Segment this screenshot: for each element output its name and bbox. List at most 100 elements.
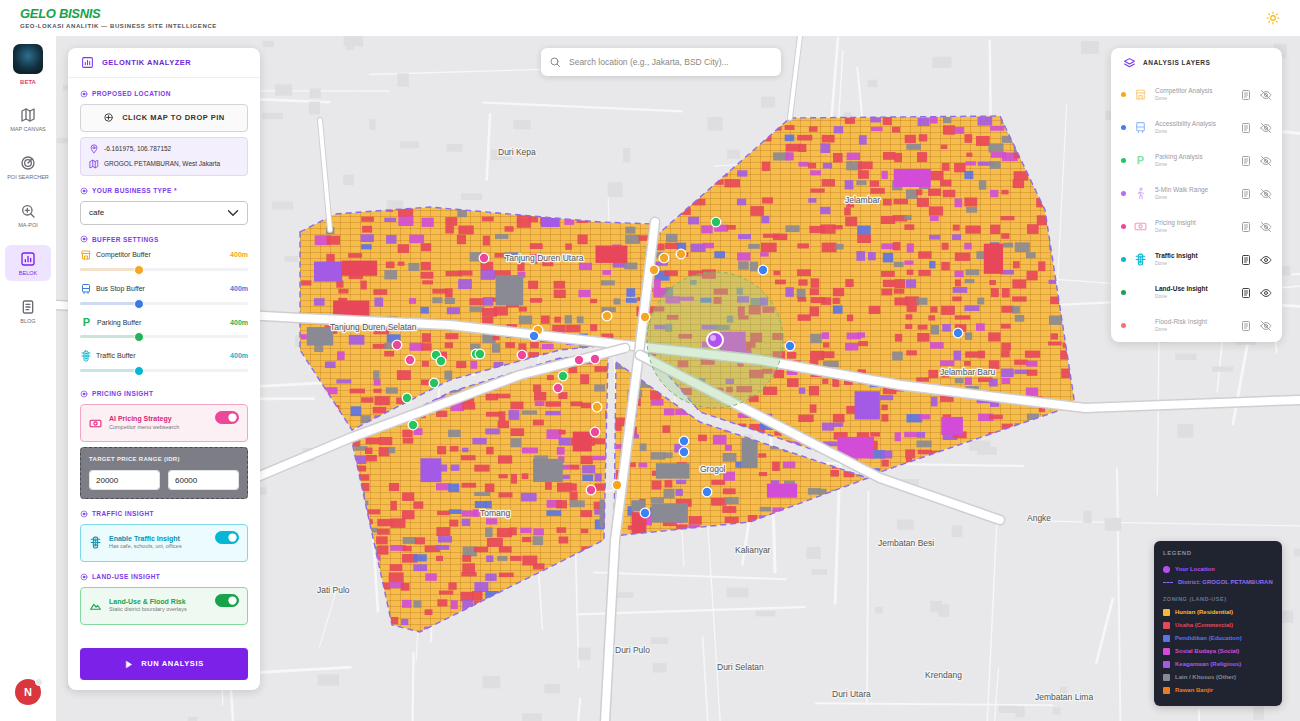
- theme-toggle[interactable]: [1266, 11, 1280, 25]
- buffer-slider[interactable]: [80, 268, 248, 271]
- search-icon: [549, 56, 561, 68]
- map-marker[interactable]: [586, 485, 596, 495]
- export-button[interactable]: [1240, 254, 1252, 266]
- visibility-toggle[interactable]: [1260, 287, 1272, 299]
- map-marker[interactable]: [558, 371, 568, 381]
- visibility-toggle[interactable]: [1260, 320, 1272, 332]
- district-boundary: [352, 356, 608, 632]
- search-input[interactable]: [567, 55, 773, 70]
- slider-thumb[interactable]: [134, 332, 144, 342]
- district-block[interactable]: [352, 356, 622, 643]
- app-logo[interactable]: [13, 44, 43, 74]
- legend-title: LEGEND: [1163, 549, 1273, 558]
- visibility-toggle[interactable]: [1260, 254, 1272, 266]
- slider-fill[interactable]: [80, 335, 139, 338]
- layer-color-dot: [1121, 125, 1126, 130]
- visibility-toggle[interactable]: [1260, 122, 1272, 134]
- buffer-slider[interactable]: [80, 335, 248, 338]
- toggle-title: Enable Traffic Insight: [109, 535, 208, 543]
- run-analysis-button[interactable]: RUN ANALYSIS: [80, 648, 248, 680]
- map-marker[interactable]: [553, 383, 563, 393]
- user-avatar[interactable]: N: [15, 679, 41, 705]
- map-marker[interactable]: [479, 253, 489, 263]
- map-marker[interactable]: [953, 328, 963, 338]
- layer-text: Parking AnalysisDone: [1155, 153, 1232, 169]
- map-marker[interactable]: [429, 378, 439, 388]
- location-pin[interactable]: [707, 332, 723, 348]
- map-marker[interactable]: [574, 355, 584, 365]
- toggle-switch[interactable]: [215, 531, 239, 544]
- map-marker[interactable]: [405, 355, 415, 365]
- export-button[interactable]: [1240, 122, 1252, 134]
- export-button[interactable]: [1240, 155, 1252, 167]
- section-heading: PROPOSED LOCATION: [80, 89, 248, 99]
- legend-label: District: GROGOL PETAMBURAN: [1178, 578, 1273, 587]
- map-marker[interactable]: [475, 349, 485, 359]
- slider-fill[interactable]: [80, 369, 139, 372]
- toggle-card: Enable Traffic InsightHas cafe, schools,…: [80, 524, 248, 562]
- rail-item[interactable]: BELOK: [5, 245, 51, 281]
- map-marker[interactable]: [590, 354, 600, 364]
- analyzer-panel: GELONTIK ANALYZER PROPOSED LOCATION CLICK …: [68, 48, 260, 690]
- map-marker[interactable]: [392, 340, 402, 350]
- map-marker[interactable]: [702, 487, 712, 497]
- layer-text: Pricing InsightDone: [1155, 219, 1232, 235]
- visibility-toggle[interactable]: [1260, 221, 1272, 233]
- map-marker[interactable]: [592, 402, 602, 412]
- price-max-input[interactable]: [168, 470, 239, 490]
- slider-thumb[interactable]: [134, 366, 144, 376]
- export-button[interactable]: [1240, 188, 1252, 200]
- map-marker[interactable]: [602, 311, 612, 321]
- buffer-label-row: Traffic Buffer400m: [80, 350, 248, 362]
- map-marker[interactable]: [517, 350, 527, 360]
- map-marker[interactable]: [640, 508, 650, 518]
- price-range-label: TARGET PRICE RANGE (IDR): [89, 455, 239, 464]
- rail-item[interactable]: BLOG: [5, 293, 51, 329]
- map-marker[interactable]: [785, 341, 795, 351]
- rail-item-label: MA-POI: [18, 222, 38, 228]
- visibility-toggle[interactable]: [1260, 155, 1272, 167]
- toggle-switch[interactable]: [215, 411, 239, 424]
- map-marker[interactable]: [679, 436, 689, 446]
- toggle-switch[interactable]: [215, 594, 239, 607]
- slider-fill[interactable]: [80, 302, 139, 305]
- drop-pin-button[interactable]: CLICK MAP TO DROP PIN: [80, 104, 248, 132]
- visibility-toggle[interactable]: [1260, 188, 1272, 200]
- brand: GELO BISNISGEO-LOKASI ANALITIK — BUSINES…: [20, 7, 217, 30]
- layer-text: Accessibility AnalysisDone: [1155, 120, 1232, 136]
- rail-item-label: MAP CANVAS: [10, 126, 46, 132]
- export-button[interactable]: [1240, 221, 1252, 233]
- business-type-select[interactable]: cafe: [80, 201, 248, 225]
- legend-label: Usaha (Commercial): [1175, 621, 1233, 630]
- export-button[interactable]: [1240, 320, 1252, 332]
- export-button[interactable]: [1240, 89, 1252, 101]
- slider-fill[interactable]: [80, 268, 139, 271]
- rail-item[interactable]: POI SEARCHER: [5, 149, 51, 185]
- rail-item[interactable]: MA-POI: [5, 197, 51, 233]
- map-marker[interactable]: [529, 331, 539, 341]
- map-marker[interactable]: [679, 447, 689, 457]
- map-marker[interactable]: [590, 427, 600, 437]
- export-button[interactable]: [1240, 287, 1252, 299]
- slider-thumb[interactable]: [134, 299, 144, 309]
- map-canvas[interactable]: Duri KepaTanjung Duren UtaraTanjung Dure…: [56, 36, 1300, 721]
- panel-header: GELONTIK ANALYZER: [68, 48, 260, 78]
- rail-item[interactable]: MAP CANVAS: [5, 101, 51, 137]
- eye-off-icon: [1260, 89, 1272, 101]
- map-marker[interactable]: [402, 393, 412, 403]
- map-marker[interactable]: [640, 312, 650, 322]
- map-marker[interactable]: [711, 217, 721, 227]
- slider-thumb[interactable]: [134, 265, 144, 275]
- legend-row: Sosial Budaya (Social): [1163, 645, 1273, 658]
- map-marker[interactable]: [758, 265, 768, 275]
- buffer-slider[interactable]: [80, 302, 248, 305]
- map-marker[interactable]: [676, 249, 686, 259]
- map-marker[interactable]: [408, 420, 418, 430]
- price-min-input[interactable]: [89, 470, 160, 490]
- buffer-slider[interactable]: [80, 369, 248, 372]
- map-marker[interactable]: [659, 253, 669, 263]
- map-marker[interactable]: [649, 265, 659, 275]
- map-marker[interactable]: [436, 356, 446, 366]
- visibility-toggle[interactable]: [1260, 89, 1272, 101]
- map-marker[interactable]: [612, 480, 622, 490]
